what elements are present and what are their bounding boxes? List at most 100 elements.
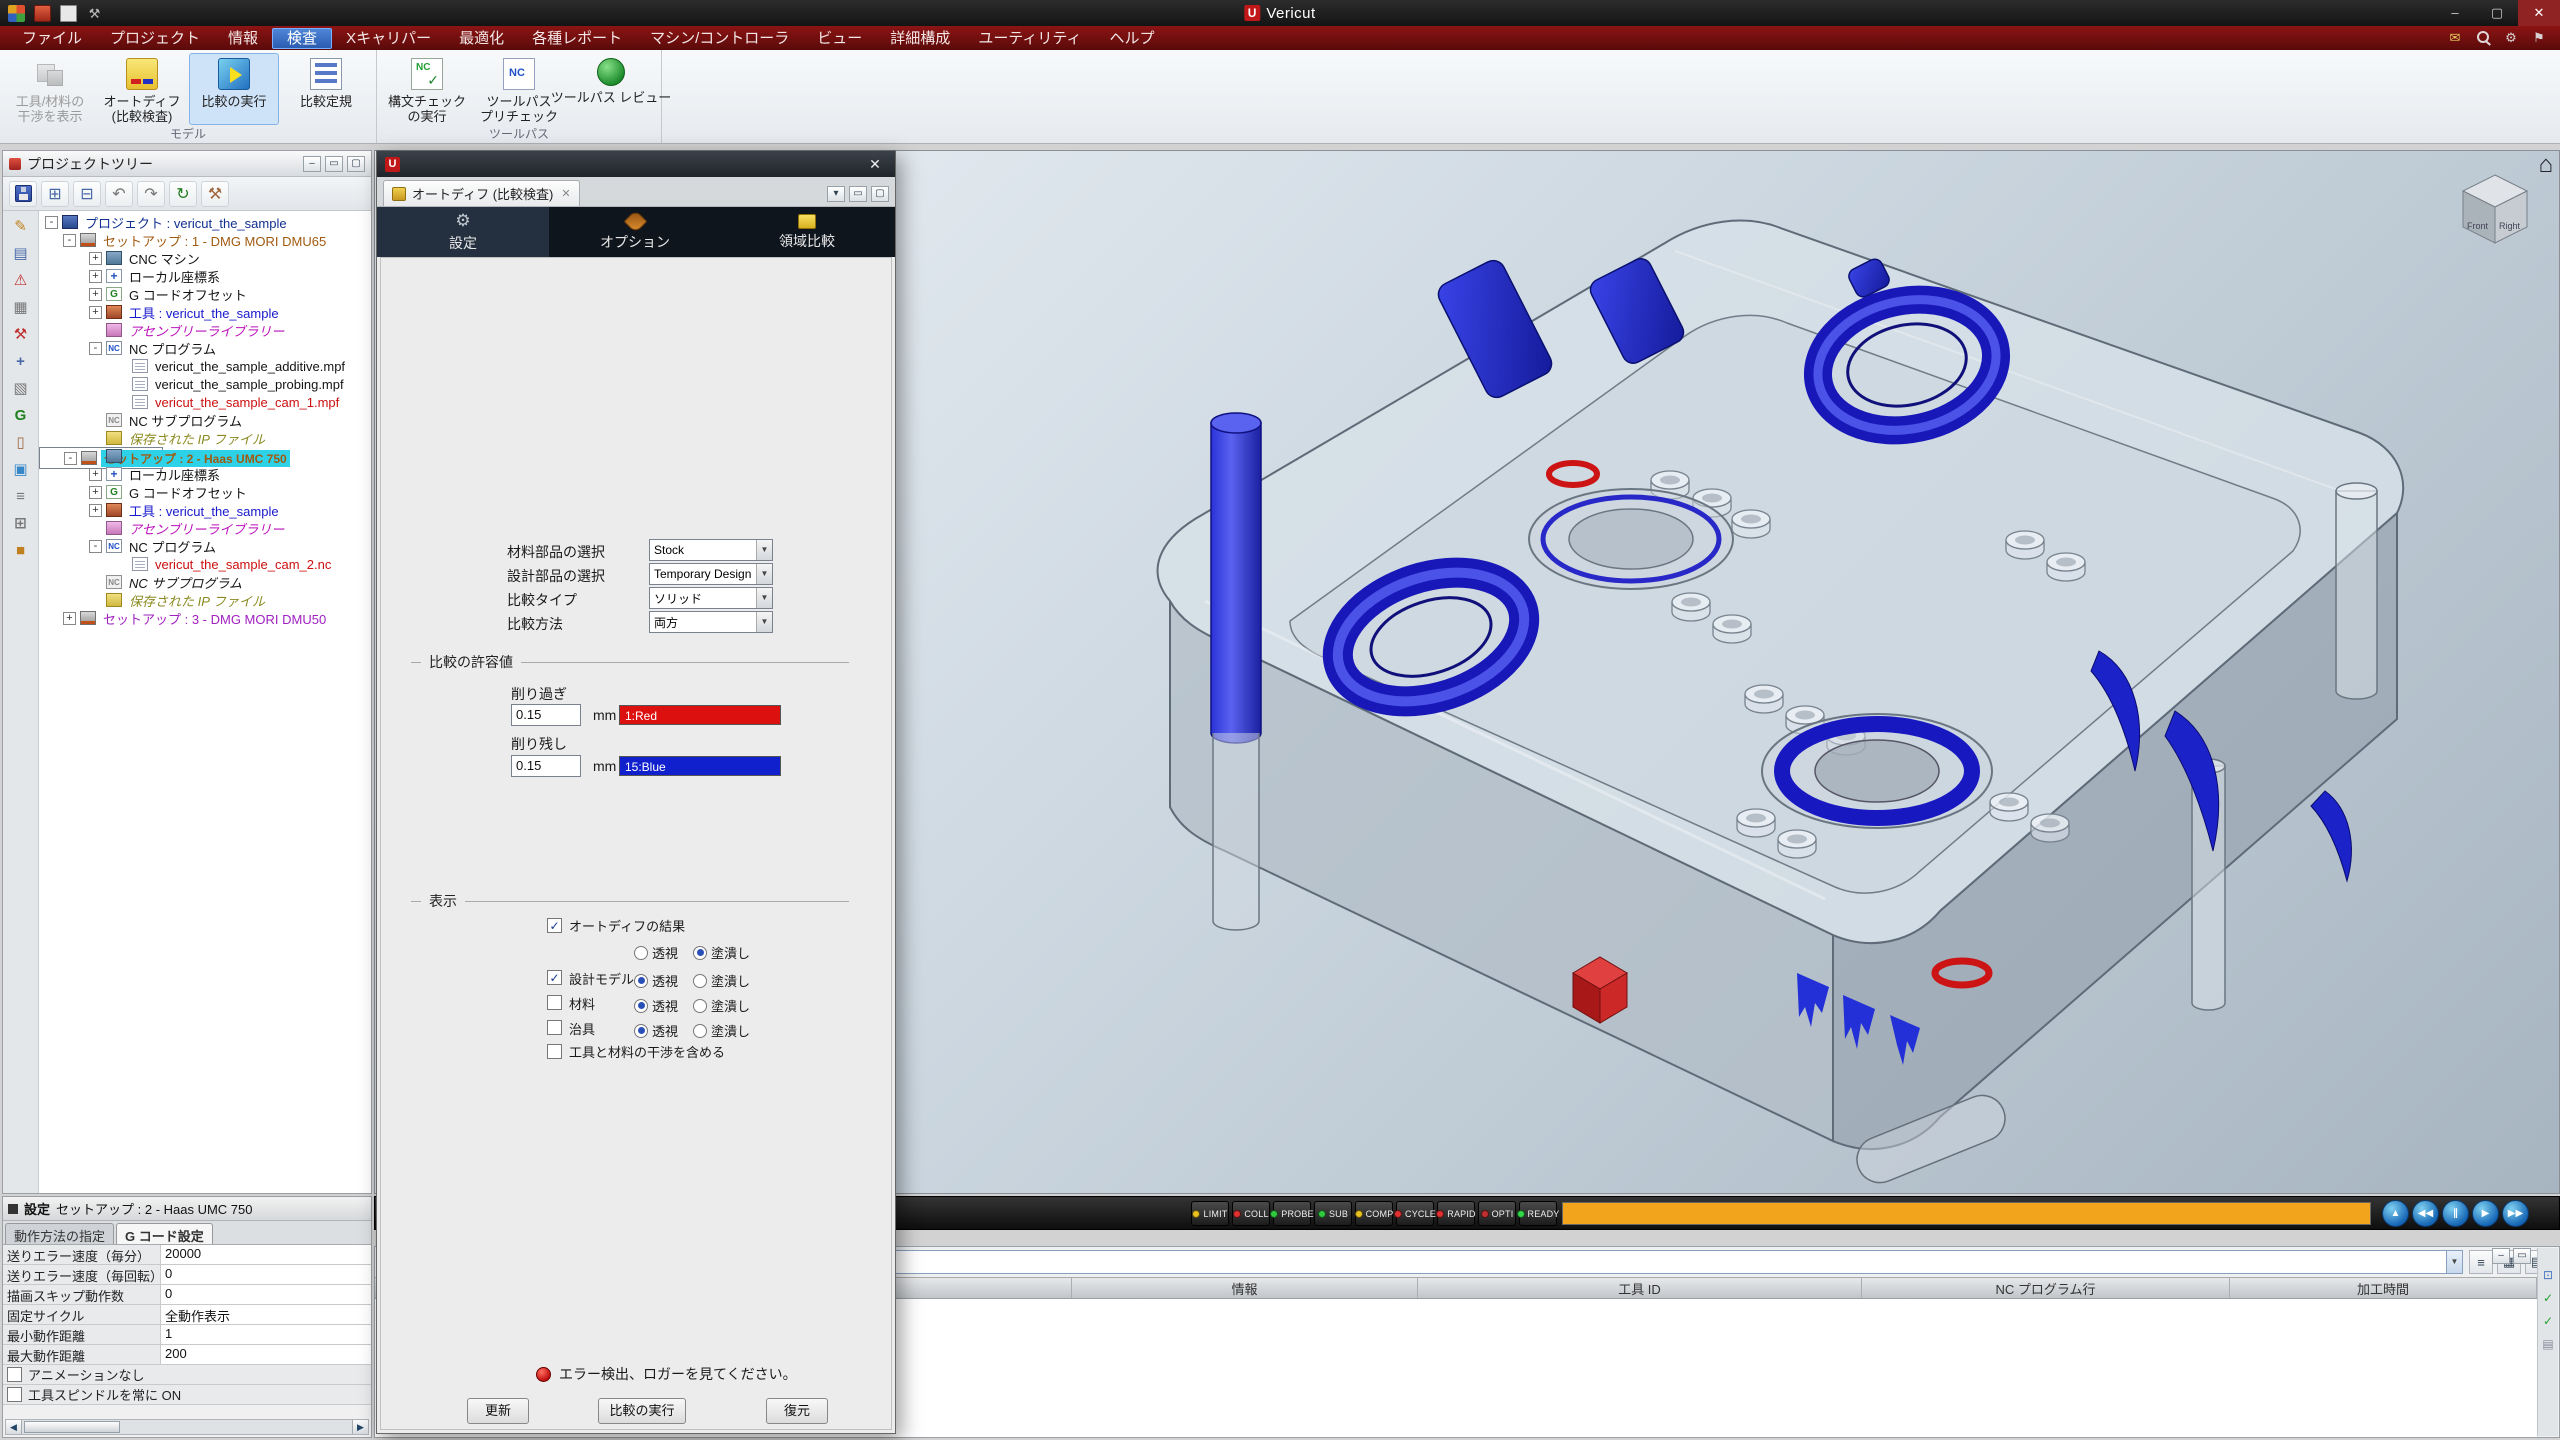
redo-icon[interactable]: ↷ xyxy=(137,181,165,207)
pin-icon[interactable]: ⚑ xyxy=(2530,29,2548,47)
display-checkbox[interactable] xyxy=(547,1020,562,1035)
tree-item[interactable]: - NC プログラム xyxy=(39,339,371,357)
log-icon[interactable]: ▤ xyxy=(8,242,34,264)
fast-forward-button[interactable]: ▶▶ xyxy=(2502,1200,2529,1227)
display-icon[interactable]: ▣ xyxy=(8,458,34,480)
radio-button[interactable] xyxy=(693,999,707,1013)
tree-expand-box[interactable] xyxy=(115,396,128,409)
settings-row-value[interactable]: 0 xyxy=(161,1285,371,1304)
settings-checkbox-row[interactable]: 工具スピンドルを常に ON xyxy=(3,1385,371,1405)
tree-item[interactable]: NC サブプログラム xyxy=(39,573,371,591)
radio-option[interactable]: 塗潰し xyxy=(693,1021,750,1040)
checkbox[interactable] xyxy=(7,1387,22,1402)
tree-expand-box[interactable] xyxy=(89,432,102,445)
settings-tab[interactable]: 動作方法の指定 xyxy=(5,1223,114,1244)
menu-item[interactable]: ファイル xyxy=(8,28,96,49)
tree-expand-box[interactable]: - xyxy=(89,342,102,355)
tree-expand-box[interactable]: + xyxy=(89,252,102,265)
settings-row-value[interactable]: 20000 xyxy=(161,1245,371,1264)
tree-expand-box[interactable]: - xyxy=(45,216,58,229)
status-led-button[interactable]: READY xyxy=(1519,1201,1557,1226)
gcode-offset-icon[interactable]: G xyxy=(8,404,34,426)
scrollbar-thumb[interactable] xyxy=(24,1421,120,1433)
tree-item[interactable]: + G コードオフセット xyxy=(39,483,371,501)
tree-expand-box[interactable] xyxy=(115,378,128,391)
radio-option[interactable]: 塗潰し xyxy=(693,943,750,962)
settings-row-value[interactable]: 200 xyxy=(161,1345,371,1364)
status-led-button[interactable]: CYCLE xyxy=(1396,1201,1434,1226)
maximize-icon[interactable]: ▢ xyxy=(871,186,889,202)
log-column-header[interactable]: 工具 ID xyxy=(1418,1278,1862,1298)
tree-item[interactable]: + 工具 : vericut_the_sample xyxy=(39,303,371,321)
expand-all-icon[interactable]: ⊞ xyxy=(41,181,69,207)
tree-expand-box[interactable]: + xyxy=(89,504,102,517)
status-led-button[interactable]: LIMIT xyxy=(1191,1201,1229,1226)
include-collisions-checkbox[interactable] xyxy=(547,1044,562,1059)
tool-wear-icon[interactable]: ⚒ xyxy=(8,323,34,345)
radio-button[interactable] xyxy=(634,1024,648,1038)
collapse-all-icon[interactable]: ⊟ xyxy=(73,181,101,207)
close-tab-icon[interactable]: ✕ xyxy=(561,187,570,200)
tree-expand-box[interactable]: + xyxy=(89,306,102,319)
undercut-value-input[interactable]: 0.15 xyxy=(511,755,581,777)
form-select[interactable]: ソリッド ▼ xyxy=(649,587,773,609)
panel-icon[interactable]: ▤ xyxy=(2542,1337,2553,1351)
ribbon-button[interactable]: 比較定規 xyxy=(281,53,371,125)
dialog-tab[interactable]: 領域比較 xyxy=(721,207,893,257)
gear-icon[interactable]: ⚙ xyxy=(2502,29,2520,47)
maximize-button[interactable]: ▢ xyxy=(2476,0,2518,26)
tree-expand-box[interactable] xyxy=(89,324,102,337)
build-icon[interactable]: ⚒ xyxy=(201,181,229,207)
pause-button[interactable]: ∥ xyxy=(2442,1200,2469,1227)
menu-item[interactable]: ユーティリティ xyxy=(964,28,1095,49)
menu-item[interactable]: ビュー xyxy=(803,28,876,49)
settings-row-value[interactable]: 0 xyxy=(161,1265,371,1284)
tree-item[interactable]: 保存された IP ファイル xyxy=(39,591,371,609)
radio-option[interactable]: 透視 xyxy=(634,996,678,1015)
tree-expand-box[interactable]: + xyxy=(89,288,102,301)
log-column-header[interactable]: NC プログラム行 xyxy=(1862,1278,2230,1298)
menu-item[interactable]: 詳細構成 xyxy=(876,28,964,49)
message-icon[interactable]: ✉ xyxy=(2446,29,2464,47)
menu-item[interactable]: プロジェクト xyxy=(96,28,214,49)
list-icon[interactable]: ≡ xyxy=(8,485,34,507)
alert-icon[interactable]: ⚠ xyxy=(8,269,34,291)
update-button[interactable]: 更新 xyxy=(467,1398,529,1424)
minimize-icon[interactable]: – xyxy=(2492,1248,2510,1264)
radio-option[interactable]: 塗潰し xyxy=(693,996,750,1015)
list-icon[interactable]: ≡ xyxy=(2469,1250,2493,1274)
overcut-value-input[interactable]: 0.15 xyxy=(511,704,581,726)
tree-item[interactable]: - プロジェクト : vericut_the_sample xyxy=(39,213,371,231)
tree-item[interactable]: - セットアップ : 1 - DMG MORI DMU65 xyxy=(39,231,371,249)
holder-icon[interactable]: ▯ xyxy=(8,431,34,453)
close-button[interactable]: ✕ xyxy=(2518,0,2560,26)
radio-option[interactable]: 透視 xyxy=(634,1021,678,1040)
dock-icon[interactable]: ⊡ xyxy=(2543,1268,2553,1282)
status-led-button[interactable]: RAPID xyxy=(1437,1201,1475,1226)
settings-checkbox-row[interactable]: アニメーションなし xyxy=(3,1365,371,1385)
scroll-right-icon[interactable]: ▶ xyxy=(352,1420,368,1434)
tree-item[interactable]: vericut_the_sample_additive.mpf xyxy=(39,357,371,375)
menu-item[interactable]: ヘルプ xyxy=(1096,28,1169,49)
pin-icon[interactable] xyxy=(9,158,21,170)
stock-model-icon[interactable]: ▦ xyxy=(8,296,34,318)
document-tab[interactable]: オートディフ (比較検査) ✕ xyxy=(383,180,580,206)
minimize-panel-icon[interactable]: – xyxy=(303,156,321,172)
tree-item[interactable]: 保存された IP ファイル xyxy=(39,429,371,447)
grid-icon[interactable] xyxy=(8,5,25,22)
display-checkbox[interactable] xyxy=(547,970,562,985)
menu-item[interactable]: 各種レポート xyxy=(518,28,636,49)
status-led-button[interactable]: PROBE xyxy=(1273,1201,1311,1226)
tree-expand-box[interactable]: + xyxy=(89,270,102,283)
settings-row-value[interactable]: 全動作表示 xyxy=(161,1305,371,1324)
undercut-color-bar[interactable]: 15:Blue xyxy=(619,756,781,776)
nc-document-icon[interactable] xyxy=(60,5,77,22)
radio-button[interactable] xyxy=(693,946,707,960)
navigation-cube[interactable]: Front Right xyxy=(2455,169,2535,259)
settings-row-value[interactable]: 1 xyxy=(161,1325,371,1344)
float-icon[interactable]: ▭ xyxy=(849,186,867,202)
search-icon[interactable] xyxy=(2474,29,2492,47)
restore-button[interactable]: 復元 xyxy=(766,1398,828,1424)
save-icon[interactable] xyxy=(9,181,37,207)
tree-expand-box[interactable] xyxy=(89,522,102,535)
